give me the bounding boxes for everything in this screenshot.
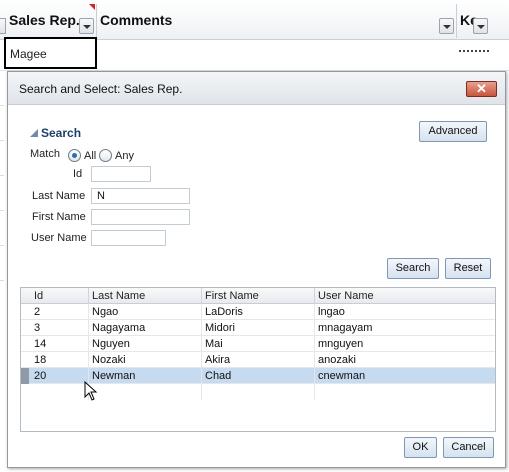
table-row[interactable]: 3 Nagayama Midori mnagayam <box>21 320 495 336</box>
reset-button[interactable]: Reset <box>445 258 491 279</box>
row-selector[interactable] <box>21 320 29 336</box>
cell-last-name: Ngao <box>92 306 119 318</box>
column-separator <box>96 4 97 38</box>
results-header: Id Last Name First Name User Name <box>21 288 495 304</box>
first-name-label: First Name <box>32 211 86 223</box>
table-row[interactable]: 14 Nguyen Mai mnguyen <box>21 336 495 352</box>
column-gridline <box>314 304 315 400</box>
column-header-sales-rep[interactable]: Sales Rep. <box>9 12 80 28</box>
column-header-first-name[interactable]: First Name <box>205 290 259 302</box>
key-menu-button[interactable] <box>473 18 488 34</box>
cell-last-name: Nagayama <box>92 322 146 334</box>
column-separator <box>88 288 89 304</box>
column-menu-button[interactable] <box>0 18 6 34</box>
column-separator <box>201 288 202 304</box>
last-name-field[interactable]: N <box>91 188 190 204</box>
mouse-pointer-icon <box>84 381 98 401</box>
required-marker <box>89 4 95 10</box>
cell-last-name: Nguyen <box>92 338 130 350</box>
ok-button[interactable]: OK <box>404 437 437 458</box>
grid-row-line <box>0 105 4 106</box>
column-separator <box>456 4 457 38</box>
match-label: Match <box>30 148 60 160</box>
match-any-label[interactable]: Any <box>115 150 134 162</box>
match-all-radio[interactable] <box>68 149 81 162</box>
search-select-dialog: Search and Select: Sales Rep. ✕ Search A… <box>7 71 506 468</box>
match-any-radio[interactable] <box>99 149 112 162</box>
column-header-comments[interactable]: Comments <box>100 12 172 28</box>
table-row[interactable]: 2 Ngao LaDoris lngao <box>21 304 495 320</box>
sales-rep-menu-button[interactable] <box>79 18 94 34</box>
column-separator <box>314 288 315 304</box>
id-field[interactable] <box>91 166 151 182</box>
table-row[interactable]: 18 Nozaki Akira anozaki <box>21 352 495 368</box>
cell-first-name: Midori <box>205 322 235 334</box>
cell-id: 2 <box>34 306 41 318</box>
user-name-field[interactable] <box>91 230 166 246</box>
match-all-label[interactable]: All <box>84 150 96 162</box>
grid-row-line <box>0 245 4 246</box>
grid-row-line <box>0 280 4 281</box>
cell-user-name: anozaki <box>318 354 356 366</box>
user-name-label: User Name <box>31 232 87 244</box>
results-table: Id Last Name First Name User Name 2 Ngao… <box>20 287 496 432</box>
search-heading[interactable]: Search <box>41 126 81 140</box>
cancel-button[interactable]: Cancel <box>443 437 494 458</box>
cell-first-name: LaDoris <box>205 306 243 318</box>
truncated-cell <box>459 50 489 52</box>
grid-row-line <box>0 175 4 176</box>
grid-row-line <box>0 140 4 141</box>
column-header-id[interactable]: Id <box>34 290 43 302</box>
cell-user-name: cnewman <box>318 370 366 382</box>
collapse-triangle-icon[interactable] <box>30 129 38 137</box>
cell-first-name: Mai <box>205 338 223 350</box>
column-header-last-name[interactable]: Last Name <box>92 290 145 302</box>
column-gridline <box>201 304 202 400</box>
close-button[interactable]: ✕ <box>466 81 497 97</box>
row-selector[interactable] <box>21 336 29 352</box>
dialog-title: Search and Select: Sales Rep. <box>19 82 183 96</box>
cell-user-name: mnagayam <box>318 322 373 334</box>
row-selector[interactable] <box>21 368 29 384</box>
last-name-label: Last Name <box>32 190 86 202</box>
cell-id: 20 <box>34 370 47 382</box>
grid-row-line <box>0 210 4 211</box>
cell-first-name: Akira <box>205 354 231 366</box>
comments-menu-button[interactable] <box>439 18 454 34</box>
cell-id: 18 <box>34 354 47 366</box>
cell-id: 3 <box>34 322 41 334</box>
advanced-button[interactable]: Advanced <box>419 121 487 142</box>
cell-user-name: mnguyen <box>318 338 364 350</box>
id-label: Id <box>73 168 83 180</box>
sales-rep-cell[interactable]: Magee <box>4 37 97 69</box>
search-button[interactable]: Search <box>387 258 439 279</box>
first-name-field[interactable] <box>91 209 190 225</box>
close-x-icon: ✕ <box>476 81 487 96</box>
row-selector[interactable] <box>21 352 29 368</box>
cell-last-name: Nozaki <box>92 354 126 366</box>
cell-last-name: Newman <box>92 370 136 382</box>
cell-id: 14 <box>34 338 47 350</box>
cell-user-name: lngao <box>318 306 345 318</box>
cell-first-name: Chad <box>205 370 232 382</box>
column-header-user-name[interactable]: User Name <box>318 290 374 302</box>
row-selector[interactable] <box>21 304 29 320</box>
dialog-titlebar[interactable]: Search and Select: Sales Rep. ✕ <box>8 72 505 105</box>
